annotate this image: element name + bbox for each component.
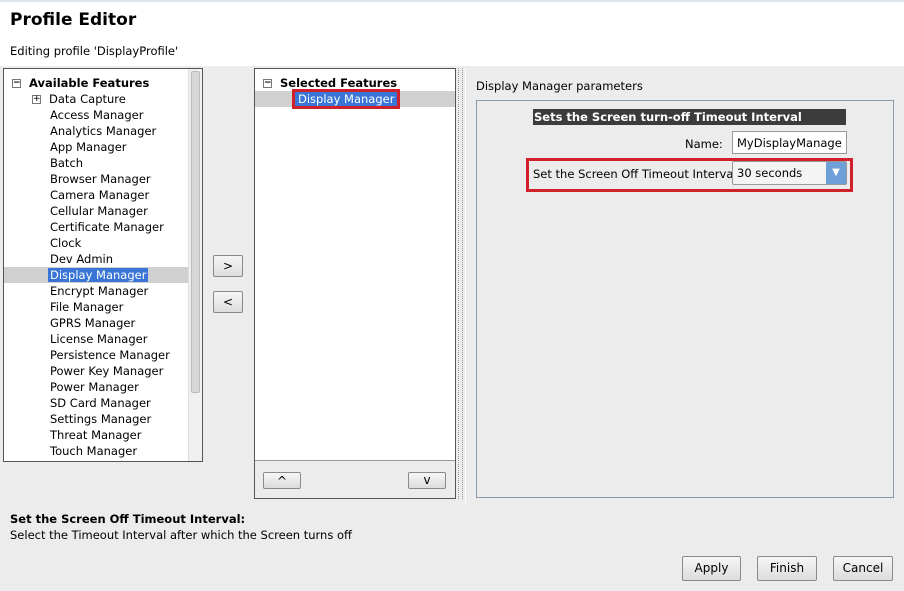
feature-label: Access Manager bbox=[50, 108, 144, 122]
help-title: Set the Screen Off Timeout Interval: bbox=[10, 512, 246, 526]
feature-item[interactable]: Access Manager bbox=[4, 107, 188, 123]
feature-item[interactable]: Browser Manager bbox=[4, 171, 188, 187]
chevron-down-icon[interactable]: ▼ bbox=[826, 162, 846, 184]
feature-item[interactable]: Power Manager bbox=[4, 379, 188, 395]
feature-item[interactable]: Clock bbox=[4, 235, 188, 251]
feature-label: Batch bbox=[50, 156, 84, 170]
order-bar: ^ v bbox=[255, 460, 455, 498]
feature-label: GPRS Manager bbox=[50, 316, 136, 330]
feature-item[interactable]: License Manager bbox=[4, 331, 188, 347]
feature-label: Dev Admin bbox=[50, 252, 114, 266]
feature-label: Touch Manager bbox=[50, 444, 138, 458]
scrollbar[interactable] bbox=[188, 69, 202, 461]
feature-item[interactable]: Persistence Manager bbox=[4, 347, 188, 363]
feature-item[interactable]: + Data Capture bbox=[4, 91, 188, 107]
feature-item[interactable]: Analytics Manager bbox=[4, 123, 188, 139]
feature-label: File Manager bbox=[50, 300, 124, 314]
page-title: Profile Editor bbox=[10, 10, 137, 30]
page-subtitle: Editing profile 'DisplayProfile' bbox=[10, 44, 179, 58]
feature-label: Browser Manager bbox=[50, 172, 151, 186]
feature-item[interactable]: Threat Manager bbox=[4, 427, 188, 443]
feature-label: Settings Manager bbox=[50, 412, 152, 426]
params-box: Sets the Screen turn-off Timeout Interva… bbox=[476, 100, 894, 498]
feature-item[interactable]: Batch bbox=[4, 155, 188, 171]
feature-label: Camera Manager bbox=[50, 188, 150, 202]
move-up-button[interactable]: ^ bbox=[263, 472, 301, 489]
feature-label: Persistence Manager bbox=[50, 348, 170, 362]
feature-item[interactable]: Encrypt Manager bbox=[4, 283, 188, 299]
feature-item[interactable]: Cellular Manager bbox=[4, 203, 188, 219]
feature-item[interactable]: Certificate Manager bbox=[4, 219, 188, 235]
selected-features-tree[interactable]: − Selected Features Display Manager ^ v bbox=[254, 68, 456, 499]
feature-label: App Manager bbox=[50, 140, 127, 154]
feature-label: Power Key Manager bbox=[50, 364, 164, 378]
feature-label: Power Manager bbox=[50, 380, 139, 394]
move-down-button[interactable]: v bbox=[408, 472, 446, 489]
feature-item[interactable]: SD Card Manager bbox=[4, 395, 188, 411]
collapse-icon[interactable]: − bbox=[12, 79, 21, 88]
feature-item[interactable]: Touch Manager bbox=[4, 443, 188, 459]
feature-label: Cellular Manager bbox=[50, 204, 148, 218]
name-label: Name: bbox=[685, 137, 723, 151]
feature-label: Threat Manager bbox=[50, 428, 142, 442]
feature-item[interactable]: Camera Manager bbox=[4, 187, 188, 203]
feature-label: Data Capture bbox=[49, 92, 126, 106]
section-header: Sets the Screen turn-off Timeout Interva… bbox=[533, 109, 846, 125]
collapse-icon[interactable]: − bbox=[263, 79, 272, 88]
feature-item[interactable]: Dev Admin bbox=[4, 251, 188, 267]
timeout-select[interactable]: 30 seconds ▼ bbox=[732, 161, 847, 185]
finish-button[interactable]: Finish bbox=[757, 556, 817, 581]
add-feature-button[interactable]: > bbox=[213, 255, 243, 277]
available-features-tree[interactable]: − Available Features + Data Capture Access … bbox=[3, 68, 203, 462]
timeout-value: 30 seconds bbox=[737, 166, 803, 180]
splitter[interactable] bbox=[458, 68, 463, 499]
remove-feature-button[interactable]: < bbox=[213, 291, 243, 313]
feature-item[interactable]: Display Manager bbox=[4, 267, 188, 283]
feature-item[interactable]: App Manager bbox=[4, 139, 188, 155]
feature-item[interactable]: Settings Manager bbox=[4, 411, 188, 427]
feature-label: Certificate Manager bbox=[50, 220, 164, 234]
selected-title: Selected Features bbox=[280, 76, 398, 90]
feature-item[interactable]: GPRS Manager bbox=[4, 315, 188, 331]
expand-icon[interactable]: + bbox=[32, 95, 41, 104]
timeout-label: Set the Screen Off Timeout Interval: bbox=[533, 167, 741, 181]
selected-root[interactable]: − Selected Features bbox=[263, 75, 397, 91]
feature-label: Clock bbox=[50, 236, 82, 250]
params-panel: Display Manager parameters Sets the Scre… bbox=[465, 68, 904, 503]
selected-item[interactable]: Display Manager bbox=[255, 89, 455, 109]
name-input[interactable] bbox=[732, 131, 847, 154]
feature-label: Display Manager bbox=[48, 268, 149, 282]
feature-label: Encrypt Manager bbox=[50, 284, 149, 298]
feature-item[interactable]: Power Key Manager bbox=[4, 363, 188, 379]
feature-item[interactable]: File Manager bbox=[4, 299, 188, 315]
params-title: Display Manager parameters bbox=[476, 79, 643, 93]
feature-label: License Manager bbox=[50, 332, 148, 346]
feature-label: Analytics Manager bbox=[50, 124, 157, 138]
available-title: Available Features bbox=[29, 76, 150, 90]
feature-label: SD Card Manager bbox=[50, 396, 151, 410]
apply-button[interactable]: Apply bbox=[682, 556, 741, 581]
help-text: Select the Timeout Interval after which … bbox=[10, 528, 352, 542]
available-root[interactable]: − Available Features bbox=[12, 75, 149, 91]
selected-item-label: Display Manager bbox=[291, 89, 401, 109]
cancel-button[interactable]: Cancel bbox=[833, 556, 893, 581]
